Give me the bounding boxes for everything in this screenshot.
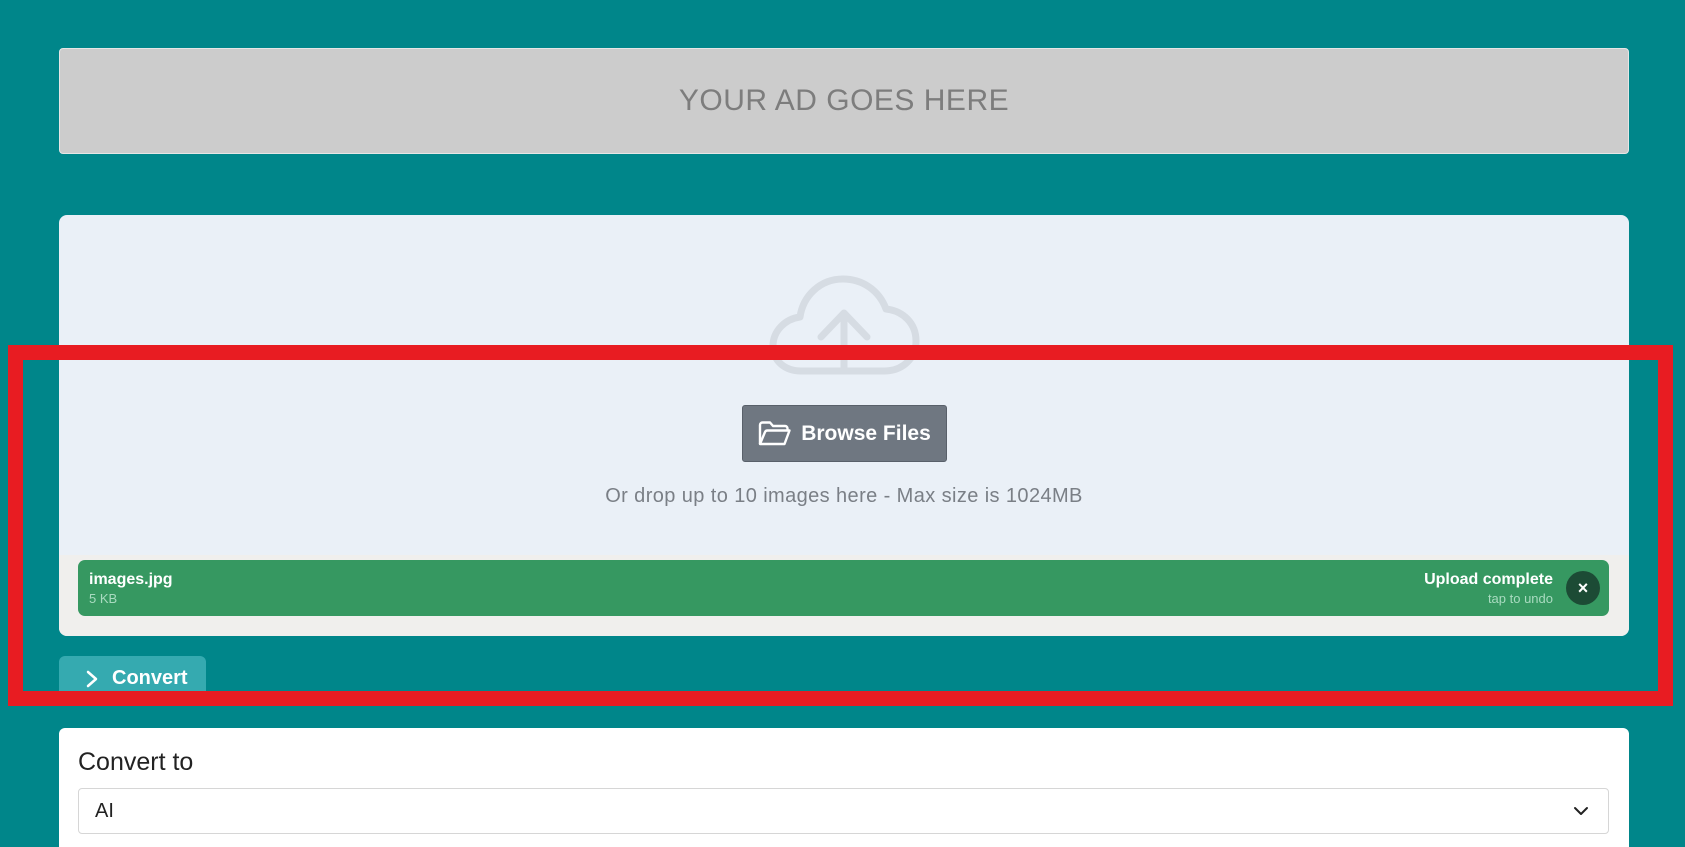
undo-hint[interactable]: tap to undo — [1488, 591, 1553, 606]
convert-tab-label: Convert — [112, 667, 188, 689]
convert-to-label: Convert to — [78, 748, 194, 776]
selected-format: AI — [95, 800, 114, 822]
convert-options-panel: Convert to AI — [59, 728, 1629, 847]
browse-files-button[interactable]: Browse Files — [742, 405, 947, 462]
folder-open-icon — [759, 420, 791, 445]
drop-hint: Or drop up to 10 images here - Max size … — [605, 485, 1083, 507]
close-icon: × — [1577, 578, 1589, 598]
ad-banner[interactable]: YOUR AD GOES HERE — [59, 48, 1629, 154]
convert-format-select[interactable]: AI — [78, 788, 1609, 834]
ad-text: YOUR AD GOES HERE — [678, 84, 1010, 117]
upload-status: Upload complete — [1424, 571, 1553, 588]
file-size: 5 KB — [89, 591, 118, 606]
convert-tab[interactable]: Convert — [59, 656, 206, 701]
uploaded-file-item: images.jpg 5 KB Upload complete tap to u… — [78, 560, 1609, 616]
file-dropzone[interactable]: Browse Files Or drop up to 10 images her… — [59, 215, 1629, 636]
browse-files-label: Browse Files — [801, 421, 931, 445]
remove-file-button[interactable]: × — [1566, 571, 1600, 605]
file-name: images.jpg — [89, 571, 173, 588]
chevron-right-icon — [86, 670, 98, 687]
cloud-upload-icon — [769, 275, 920, 375]
chevron-down-icon — [1574, 807, 1588, 815]
